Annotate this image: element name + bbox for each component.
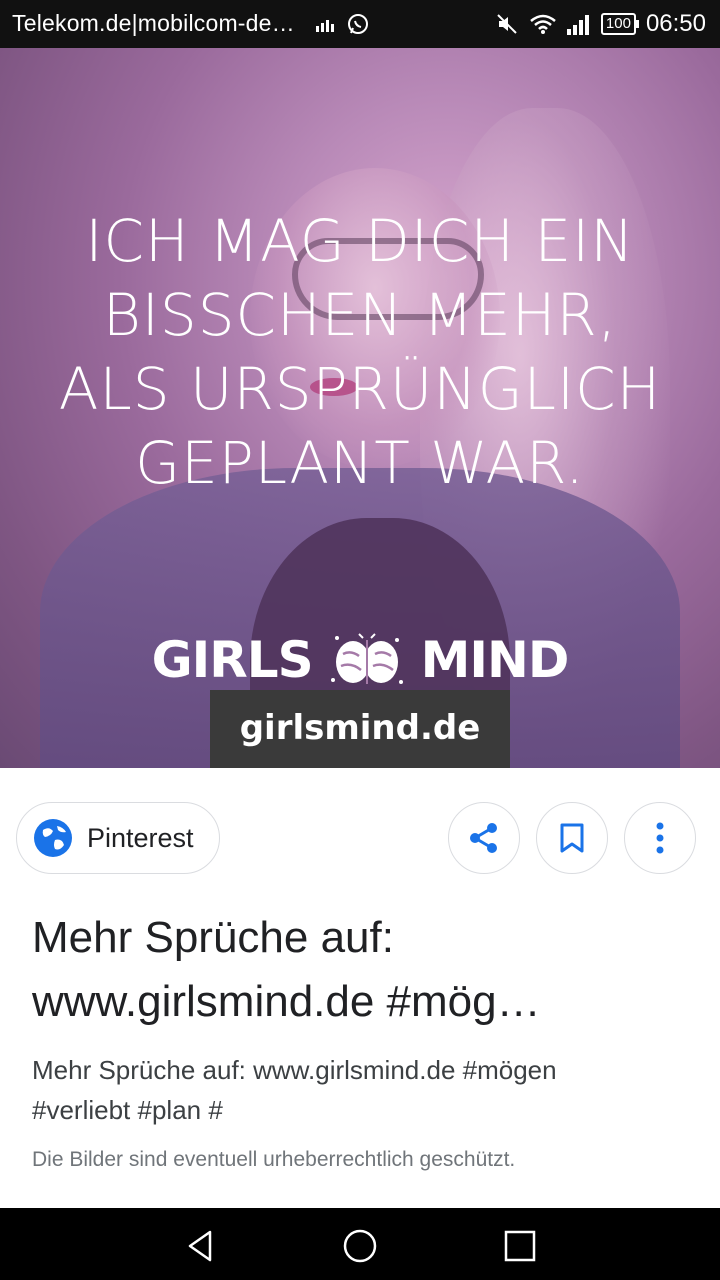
brand-word-right: MIND <box>420 631 570 689</box>
clock: 06:50 <box>645 10 706 37</box>
more-vert-icon <box>656 822 664 854</box>
recents-icon[interactable] <box>500 1226 540 1266</box>
source-label: Pinterest <box>87 823 194 853</box>
description-line: #verliebt #plan # <box>32 1095 223 1125</box>
result-title[interactable]: Mehr Sprüche auf: www.girlsmind.de #mög… <box>32 906 672 1034</box>
share-button[interactable] <box>448 802 520 874</box>
quote-line: ICH MAG DICH EIN <box>85 207 635 275</box>
result-title-line: Mehr Sprüche auf: <box>32 913 394 962</box>
copyright-notice: Die Bilder sind eventuell urheberrechtli… <box>32 1148 516 1171</box>
brand-logo: GIRLS MIND <box>0 630 720 690</box>
status-right: 100 06:50 <box>495 10 706 38</box>
cell-signal-icon <box>566 15 589 35</box>
quote-line: BISSCHEN MEHR, <box>102 281 618 349</box>
signal-bars-icon <box>316 20 334 32</box>
image-url-box: girlsmind.de <box>210 690 510 768</box>
back-icon[interactable] <box>180 1226 220 1266</box>
image-quote: ICH MAG DICH EIN BISSCHEN MEHR, ALS URSP… <box>0 204 720 500</box>
home-icon[interactable] <box>340 1226 380 1266</box>
carrier-name: Telekom.de|mobilcom-de… <box>12 10 295 36</box>
whatsapp-icon <box>348 14 368 34</box>
result-image[interactable]: ICH MAG DICH EIN BISSCHEN MEHR, ALS URSP… <box>0 48 720 768</box>
quote-line: GEPLANT WAR. <box>135 429 585 497</box>
result-description: Mehr Sprüche auf: www.girlsmind.de #möge… <box>32 1050 632 1130</box>
bookmark-icon <box>560 823 584 853</box>
source-chip-pinterest[interactable]: Pinterest <box>16 802 220 874</box>
save-button[interactable] <box>536 802 608 874</box>
wifi-icon <box>530 14 556 34</box>
description-line: Mehr Sprüche auf: www.girlsmind.de #möge… <box>32 1055 557 1085</box>
more-options-button[interactable] <box>624 802 696 874</box>
status-left-icons <box>316 12 370 36</box>
status-bar: Telekom.de|mobilcom-de… 100 06:50 <box>0 0 720 48</box>
quote-line: ALS URSPRÜNGLICH <box>58 355 662 423</box>
navigation-bar <box>0 1208 720 1280</box>
brain-icon <box>330 633 403 684</box>
globe-icon <box>34 819 72 857</box>
mute-icon <box>497 14 517 34</box>
brand-word-left: GIRLS <box>151 631 314 689</box>
share-icon <box>470 823 497 853</box>
result-title-line: www.girlsmind.de #mög… <box>32 977 541 1026</box>
battery-icon: 100 <box>600 13 639 35</box>
